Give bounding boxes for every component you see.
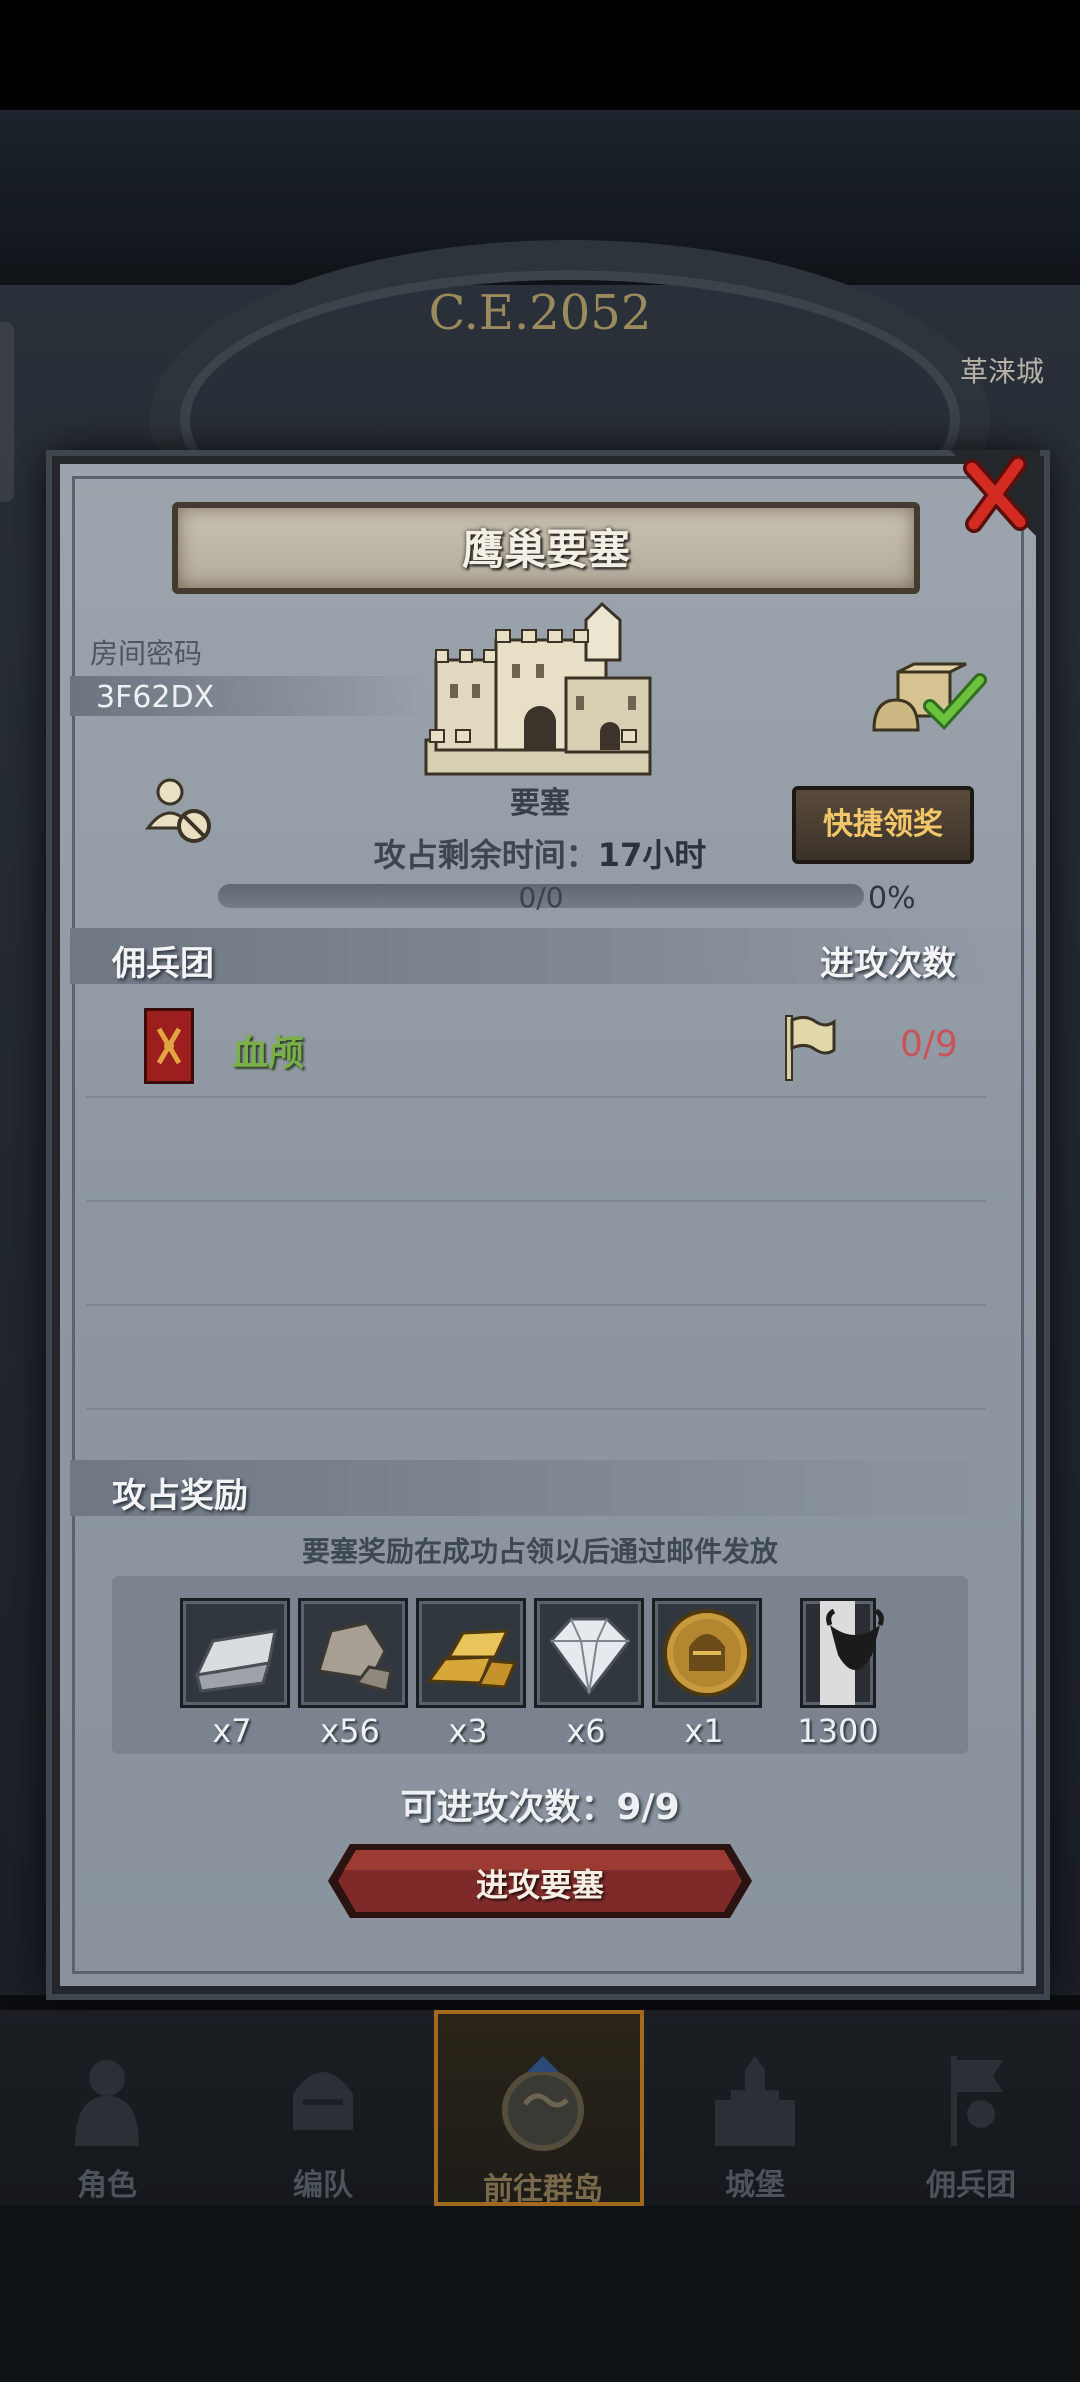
gold-bars-icon[interactable] [416, 1598, 526, 1708]
city-label: 革涞城 [960, 355, 1045, 388]
bull-emblem-icon[interactable] [800, 1598, 884, 1708]
nav-label: 角色 [77, 2168, 137, 2203]
stone-ore-icon[interactable] [298, 1598, 408, 1708]
nav-label: 编队 [293, 2168, 353, 2203]
time-remaining: 攻占剩余时间：17小时 [300, 830, 780, 876]
diamond-icon[interactable] [534, 1598, 644, 1708]
nav-label: 佣兵团 [926, 2168, 1016, 2203]
reward-count: 1300 [797, 1712, 879, 1750]
nav-item-castle[interactable]: 城堡 [650, 2010, 860, 2206]
side-tab-handle[interactable] [0, 322, 14, 502]
rewards-header: 攻占奖励 [112, 1476, 248, 1516]
attack-fortress-label: 进攻要塞 [475, 1866, 604, 1904]
room-password-label: 房间密码 [90, 637, 203, 670]
fortress-image [416, 600, 660, 780]
room-password-value[interactable]: 3F62DX [96, 680, 214, 715]
nav-item-islands[interactable]: 前往群岛 [434, 2010, 644, 2207]
reward-count: x56 [320, 1712, 380, 1750]
nav-item-formation[interactable]: 编队 [218, 2010, 428, 2206]
globe-icon [502, 2056, 584, 2151]
bottom-system-area [0, 2206, 1080, 2382]
mercenary-banner-icon [144, 1008, 194, 1084]
row-divider [86, 1408, 986, 1410]
mercenary-name[interactable]: 血颅 [232, 1024, 304, 1076]
mercenary-attack-count: 0/9 [900, 1024, 958, 1065]
available-attacks: 可进攻次数：9/9 [400, 1787, 680, 1828]
knight-helmet-coin-icon[interactable] [652, 1598, 762, 1708]
close-icon [950, 450, 1040, 540]
reward-count: x7 [212, 1712, 252, 1750]
nav-item-mercenary[interactable]: 佣兵团 [866, 2010, 1076, 2206]
flag-knight-icon [951, 2056, 1003, 2146]
knight-icon [75, 2060, 139, 2146]
rewards-note: 要塞奖励在成功占领以后通过邮件发放 [301, 1535, 778, 1568]
row-divider [86, 1200, 986, 1202]
status-bar [0, 0, 1080, 110]
loot-claimed-icon [870, 660, 1000, 740]
attack-count-header: 进攻次数 [820, 944, 956, 984]
fortress-label: 要塞 [510, 786, 570, 821]
close-button[interactable] [950, 450, 1040, 540]
nav-label: 前往群岛 [483, 2172, 603, 2207]
row-divider [86, 1096, 986, 1098]
era-label: C.E.2052 [428, 285, 652, 341]
helmet-icon [293, 2072, 353, 2130]
reward-count: x6 [566, 1712, 606, 1750]
nav-item-character[interactable]: 角色 [2, 2010, 212, 2206]
flag-icon [782, 1012, 838, 1082]
reward-count: x3 [448, 1712, 488, 1750]
reward-count: x1 [684, 1712, 724, 1750]
mercenary-header: 佣兵团 [112, 944, 214, 984]
time-remaining-label: 攻占剩余时间： [373, 836, 598, 874]
capture-progress-percent: 0% [868, 881, 916, 916]
capture-progress-text: 0/0 [518, 881, 564, 914]
castle-icon [715, 2056, 795, 2146]
row-divider [86, 1304, 986, 1306]
modal-title: 鹰巢要塞 [461, 525, 630, 574]
silver-ingot-icon[interactable] [180, 1598, 290, 1708]
nav-label: 城堡 [725, 2168, 785, 2203]
no-member-icon[interactable] [140, 770, 220, 850]
quick-claim-button[interactable]: 快捷领奖 [792, 786, 974, 864]
time-remaining-value: 17小时 [597, 836, 707, 874]
